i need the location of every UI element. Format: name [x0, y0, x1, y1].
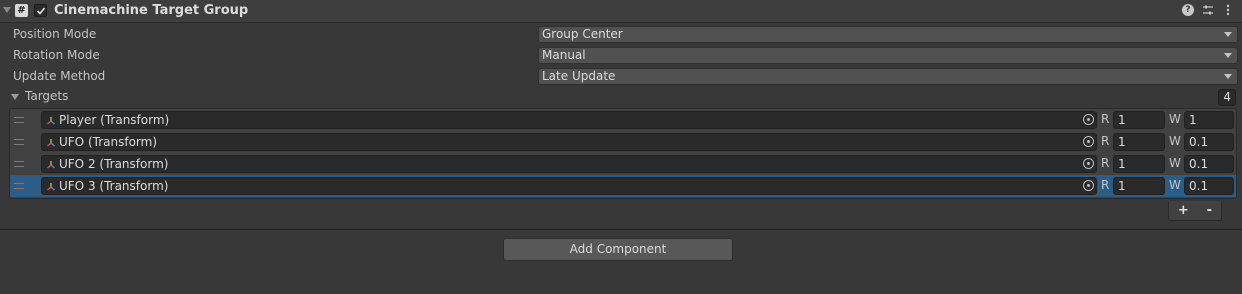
chevron-down-icon: [1224, 74, 1232, 79]
component-header: # Cinemachine Target Group ?: [0, 0, 1242, 23]
list-footer: + -: [1168, 201, 1222, 221]
component-title: Cinemachine Target Group: [54, 3, 249, 18]
weight-field[interactable]: 1: [1184, 111, 1234, 129]
remove-target-button[interactable]: -: [1207, 203, 1212, 218]
hash-icon: #: [15, 4, 28, 17]
drag-handle-icon[interactable]: [14, 117, 24, 123]
target-object-name: UFO (Transform): [59, 135, 157, 149]
transform-icon: [46, 159, 56, 173]
position-mode-label: Position Mode: [13, 27, 97, 41]
rotation-mode-label: Rotation Mode: [13, 48, 100, 62]
drag-handle-icon[interactable]: [14, 161, 24, 167]
radius-label: R: [1101, 134, 1110, 148]
position-mode-value: Group Center: [542, 27, 623, 41]
object-picker-icon[interactable]: [1083, 114, 1094, 125]
radius-field[interactable]: 1: [1113, 133, 1165, 151]
list-item[interactable]: UFO (Transform) R 1 W 0.1: [10, 131, 1236, 153]
object-picker-icon[interactable]: [1083, 180, 1094, 191]
targets-fold-icon[interactable]: [11, 94, 19, 100]
header-icons: ?: [1182, 4, 1234, 16]
radius-field[interactable]: 1: [1113, 155, 1165, 173]
add-target-button[interactable]: +: [1178, 203, 1189, 218]
target-object-name: UFO 2 (Transform): [59, 157, 169, 171]
collapse-arrow-icon[interactable]: [3, 7, 11, 13]
divider: [0, 229, 1242, 230]
list-item[interactable]: UFO 3 (Transform) R 1 W 0.1: [10, 175, 1236, 197]
target-object-name: Player (Transform): [59, 113, 170, 127]
radius-label: R: [1101, 112, 1110, 126]
presets-icon[interactable]: [1202, 4, 1214, 16]
weight-label: W: [1169, 112, 1181, 126]
radius-label: R: [1101, 178, 1110, 192]
object-picker-icon[interactable]: [1083, 158, 1094, 169]
target-object-field[interactable]: Player (Transform): [41, 111, 1097, 129]
update-method-label: Update Method: [13, 69, 106, 83]
list-item[interactable]: UFO 2 (Transform) R 1 W 0.1: [10, 153, 1236, 175]
weight-label: W: [1169, 134, 1181, 148]
target-object-name: UFO 3 (Transform): [59, 179, 169, 193]
weight-field[interactable]: 0.1: [1184, 133, 1234, 151]
object-picker-icon[interactable]: [1083, 136, 1094, 147]
update-method-dropdown[interactable]: Late Update: [538, 68, 1238, 85]
rotation-mode-dropdown[interactable]: Manual: [538, 47, 1238, 64]
list-item[interactable]: Player (Transform) R 1 W 1: [10, 109, 1236, 131]
weight-field[interactable]: 0.1: [1184, 155, 1234, 173]
radius-field[interactable]: 1: [1113, 177, 1165, 195]
help-icon[interactable]: ?: [1182, 4, 1194, 16]
update-method-value: Late Update: [542, 69, 616, 83]
target-object-field[interactable]: UFO (Transform): [41, 133, 1097, 151]
drag-handle-icon[interactable]: [14, 139, 24, 145]
chevron-down-icon: [1224, 32, 1232, 37]
kebab-menu-icon[interactable]: [1222, 4, 1234, 16]
enable-checkbox[interactable]: [34, 4, 47, 17]
radius-field[interactable]: 1: [1113, 111, 1165, 129]
targets-count-field[interactable]: 4: [1218, 89, 1236, 106]
position-mode-dropdown[interactable]: Group Center: [538, 26, 1238, 43]
transform-icon: [46, 115, 56, 129]
target-object-field[interactable]: UFO 2 (Transform): [41, 155, 1097, 173]
transform-icon: [46, 137, 56, 151]
rotation-mode-value: Manual: [542, 48, 586, 62]
weight-label: W: [1169, 156, 1181, 170]
target-object-field[interactable]: UFO 3 (Transform): [41, 177, 1097, 195]
targets-label[interactable]: Targets: [25, 89, 68, 103]
chevron-down-icon: [1224, 53, 1232, 58]
radius-label: R: [1101, 156, 1110, 170]
add-component-button[interactable]: Add Component: [503, 238, 733, 261]
transform-icon: [46, 181, 56, 195]
drag-handle-icon[interactable]: [14, 183, 24, 189]
weight-field[interactable]: 0.1: [1184, 177, 1234, 195]
weight-label: W: [1169, 178, 1181, 192]
